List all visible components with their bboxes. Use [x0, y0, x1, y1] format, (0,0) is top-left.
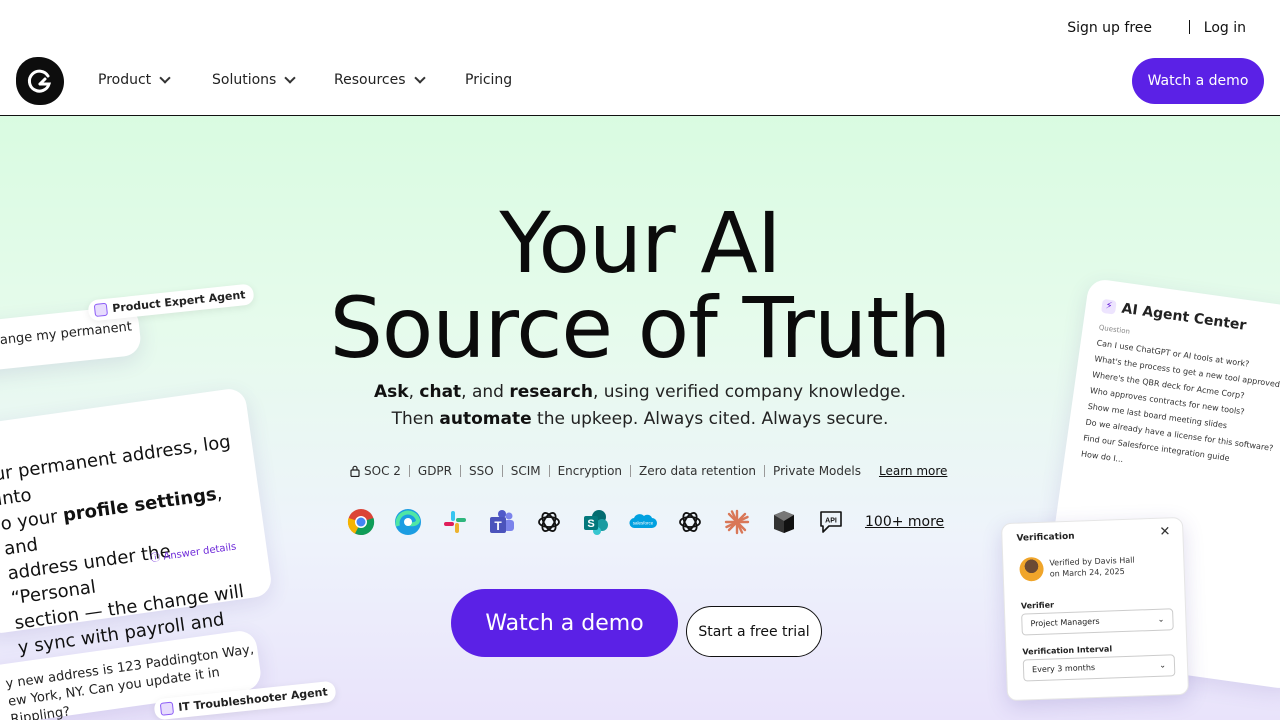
- subtitle-text: automate: [439, 409, 532, 429]
- answer-details-label: Answer details: [162, 541, 237, 563]
- verifier-select[interactable]: Project Managers ⌄: [1021, 608, 1174, 636]
- chevron-down-icon: [413, 71, 426, 84]
- subtitle-text: Then: [391, 409, 440, 429]
- log-in-link[interactable]: Log in: [1204, 20, 1246, 36]
- verified-by: Verified by Davis Hall on March 24, 2025: [1019, 554, 1135, 582]
- compliance-badge: GDPR: [408, 465, 460, 477]
- chrome-icon: [346, 507, 376, 537]
- learn-more-link[interactable]: Learn more: [869, 464, 947, 478]
- lock-icon: [350, 465, 360, 477]
- more-integrations-link[interactable]: 100+ more: [865, 514, 944, 530]
- subtitle-text: , and: [461, 382, 510, 402]
- edge-icon: [393, 507, 423, 537]
- divider: [1189, 20, 1190, 34]
- verification-popup: Verification ✕ Verified by Davis Hall on…: [1000, 516, 1190, 702]
- teams-icon: T: [487, 507, 517, 537]
- openai-icon: [534, 507, 564, 537]
- nav-solutions[interactable]: Solutions: [212, 71, 296, 88]
- integration-icons: T S salesforce API 100+ more: [346, 507, 944, 537]
- logo[interactable]: [16, 57, 64, 105]
- watch-demo-button[interactable]: Watch a demo: [1132, 58, 1264, 104]
- claude-icon: [722, 507, 752, 537]
- subtitle-text: the upkeep. Always cited. Always secure.: [531, 409, 889, 429]
- interval-label: Verification Interval: [1022, 644, 1113, 657]
- nav-label: Pricing: [465, 72, 513, 88]
- verifier-label: Verifier: [1020, 600, 1055, 611]
- question-text: How do I...: [1080, 449, 1124, 465]
- verification-title: Verification: [1016, 531, 1075, 544]
- nav-resources[interactable]: Resources: [334, 71, 426, 88]
- hero-section: ange my permanent Product Expert Agent u…: [0, 116, 1280, 720]
- subtitle-text: ,: [408, 382, 420, 402]
- compliance-badges: SOC 2 GDPR SSO SCIM Encryption Zero data rete…: [350, 464, 947, 478]
- hero-title-line2: Source of Truth: [329, 279, 952, 377]
- utility-bar: Sign up free Log in: [0, 0, 1280, 52]
- subtitle-text: , using verified company knowledge.: [592, 382, 907, 402]
- svg-text:T: T: [494, 519, 502, 533]
- subtitle-text: chat: [419, 382, 462, 402]
- compliance-badge: Encryption: [548, 465, 630, 477]
- avatar: [1019, 556, 1044, 582]
- hero-subtitle-line1: Ask, chat, and research, using verified …: [0, 382, 1280, 402]
- nav-label: Resources: [334, 72, 406, 88]
- hero-subtitle-line2: Then automate the upkeep. Always cited. …: [0, 409, 1280, 429]
- subtitle-text: Ask: [373, 382, 409, 402]
- subtitle-text: research: [509, 382, 593, 402]
- compliance-badge: SSO: [460, 465, 502, 477]
- compliance-badge: Private Models: [764, 465, 869, 477]
- svg-text:salesforce: salesforce: [633, 521, 654, 526]
- hero-title-line1: Your AI: [499, 194, 781, 292]
- api-icon: API: [816, 507, 846, 537]
- chevron-down-icon: ⌄: [1159, 660, 1167, 670]
- chevron-down-icon: ⌄: [1157, 614, 1165, 624]
- nav-pricing[interactable]: Pricing: [465, 72, 512, 88]
- sign-up-link[interactable]: Sign up free: [1067, 20, 1152, 36]
- nav-product[interactable]: Product: [98, 71, 171, 88]
- verified-on-text: on March 24, 2025: [1049, 566, 1125, 579]
- free-trial-button[interactable]: Start a free trial: [686, 606, 822, 657]
- nav-label: Product: [98, 72, 152, 88]
- nav-label: Solutions: [212, 72, 277, 88]
- svg-text:API: API: [825, 518, 837, 525]
- salesforce-icon: salesforce: [628, 507, 658, 537]
- close-icon[interactable]: ✕: [1159, 524, 1170, 539]
- compliance-badge: Zero data retention: [630, 465, 764, 477]
- interval-select[interactable]: Every 3 months ⌄: [1022, 654, 1176, 682]
- chevron-down-icon: [284, 71, 296, 84]
- compliance-badge: SCIM: [501, 465, 549, 477]
- answer-text-run: o your: [0, 505, 65, 535]
- zendesk-icon: [769, 507, 799, 537]
- slack-icon: [440, 507, 470, 537]
- watch-demo-hero-button[interactable]: Watch a demo: [451, 589, 678, 657]
- main-nav: Product Solutions Resources Pricing Watc…: [0, 52, 1280, 116]
- logo-mark-icon: [27, 69, 52, 93]
- agent-icon: [159, 701, 175, 716]
- verifier-value: Project Managers: [1030, 616, 1100, 629]
- chevron-down-icon: [159, 71, 171, 84]
- openai-icon: [675, 507, 705, 537]
- svg-text:S: S: [587, 518, 594, 530]
- interval-value: Every 3 months: [1031, 663, 1096, 675]
- compliance-badge: SOC 2: [364, 464, 401, 478]
- sharepoint-icon: S: [581, 507, 611, 537]
